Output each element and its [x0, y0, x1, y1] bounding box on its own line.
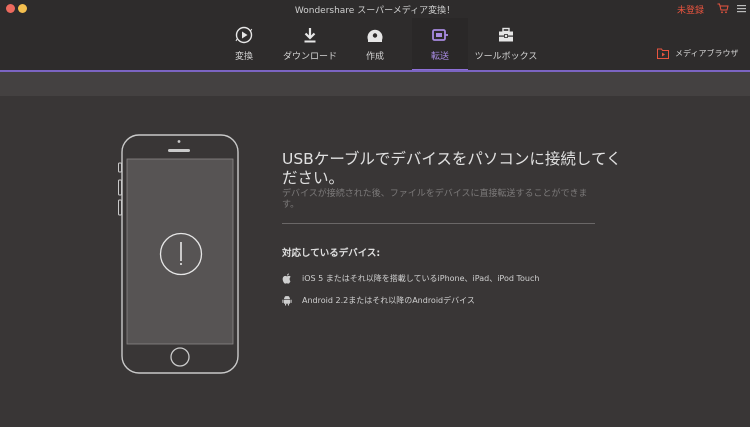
download-icon	[304, 28, 316, 43]
supported-device-android: Android 2.2またはそれ以降のAndroidデバイス	[282, 295, 475, 306]
tab-transfer[interactable]: 転送	[412, 18, 468, 71]
unregistered-link[interactable]: 未登録	[677, 3, 704, 16]
tab-label: 転送	[430, 52, 449, 62]
supported-devices-title: 対応しているデバイス:	[282, 248, 381, 259]
android-icon	[282, 296, 292, 306]
connect-instruction-heading: USBケーブルでデバイスをパソコンに接続してください。	[282, 150, 622, 187]
toolbox-icon	[499, 27, 513, 42]
apple-icon	[282, 273, 291, 284]
supported-device-ios: iOS 5 またはそれ以降を搭載しているiPhone、iPad、iPod Tou…	[282, 273, 539, 284]
tab-convert[interactable]: 変換	[206, 18, 282, 71]
tab-toolbox[interactable]: ツールボックス	[468, 18, 544, 71]
device-label: iOS 5 またはそれ以降を搭載しているiPhone、iPad、iPod Tou…	[302, 274, 540, 283]
tab-label: 作成	[365, 52, 384, 62]
convert-icon	[235, 26, 253, 44]
sub-toolbar	[0, 72, 750, 96]
tab-label: 変換	[234, 52, 253, 62]
tab-label: ツールボックス	[474, 52, 538, 62]
menu-icon[interactable]	[737, 4, 746, 13]
warning-exclamation-icon	[159, 232, 203, 276]
media-browser-label: メディアブラウザ	[675, 49, 739, 58]
cart-icon[interactable]	[717, 3, 729, 14]
transfer-icon	[432, 29, 448, 41]
burn-disc-icon	[367, 29, 383, 42]
window-title: Wondershare スーパーメディア変換！	[294, 6, 456, 16]
main-toolbar: 変換 ダウンロード 作成 転送 ツールボックス メディアブラウザ	[0, 18, 750, 71]
connect-instruction-subtext: デバイスが接続された後、ファイルをデバイスに直接転送することができます。	[282, 189, 588, 210]
device-label: Android 2.2またはそれ以降のAndroidデバイス	[302, 296, 475, 305]
content-divider	[282, 223, 595, 224]
media-browser-button[interactable]: メディアブラウザ	[657, 48, 738, 59]
tab-burn[interactable]: 作成	[337, 18, 413, 71]
title-bar: Wondershare スーパーメディア変換！ 未登録	[0, 0, 750, 18]
tab-label: ダウンロード	[282, 52, 337, 62]
media-folder-icon	[657, 48, 669, 59]
